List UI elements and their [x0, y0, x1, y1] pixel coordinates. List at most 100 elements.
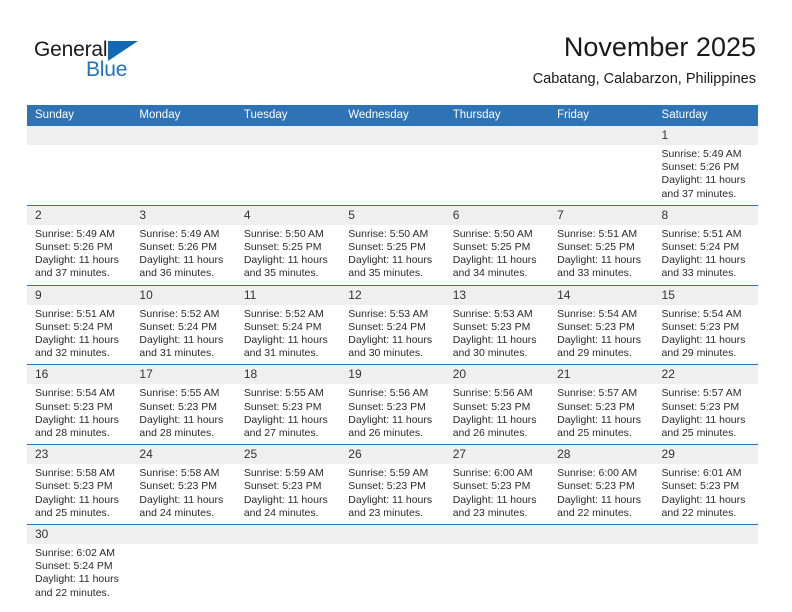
- calendar-day-cell[interactable]: 7 Sunrise: 5:51 AM Sunset: 5:25 PM Daylight…: [549, 204, 654, 286]
- calendar-day-cell[interactable]: 22 Sunrise: 5:57 AM Sunset: 5:23 PM Dayligh…: [653, 364, 758, 445]
- daylight-line1-text: Daylight: 11 hours: [348, 493, 433, 506]
- calendar-day-cell[interactable]: 11 Sunrise: 5:52 AM Sunset: 5:24 PM Dayligh…: [235, 284, 341, 365]
- sunset-text: Sunset: 5:23 PM: [139, 480, 218, 493]
- calendar-day-cell[interactable]: 27 Sunrise: 6:00 AM Sunset: 5:23 PM Dayligh…: [444, 444, 550, 525]
- calendar-header-row: Sunday Monday Tuesday Wednesday Thursday…: [27, 105, 758, 126]
- daylight-line2-text: and 37 minutes.: [661, 187, 737, 200]
- calendar-day-cell[interactable]: 14 Sunrise: 5:54 AM Sunset: 5:23 PM Dayligh…: [549, 284, 654, 365]
- sunrise-text: Sunrise: 5:53 AM: [452, 307, 533, 320]
- day-number: 1: [653, 126, 758, 145]
- daylight-line1-text: Daylight: 11 hours: [661, 254, 746, 267]
- daylight-line1-text: Daylight: 11 hours: [35, 573, 119, 586]
- calendar-day-cell-empty: [131, 125, 236, 206]
- daylight-line1-text: Daylight: 11 hours: [35, 493, 119, 506]
- daylight-line1-text: Daylight: 11 hours: [661, 334, 746, 347]
- calendar-day-cell[interactable]: 20 Sunrise: 5:56 AM Sunset: 5:23 PM Dayligh…: [444, 364, 550, 445]
- day-number: 20: [444, 365, 550, 385]
- calendar-day-cell[interactable]: 10 Sunrise: 5:52 AM Sunset: 5:24 PM Dayligh…: [131, 284, 236, 365]
- calendar-day-cell[interactable]: 26 Sunrise: 5:59 AM Sunset: 5:23 PM Dayligh…: [340, 444, 445, 525]
- daylight-line2-text: and 33 minutes.: [557, 267, 632, 280]
- day-details: Sunrise: 5:56 AM Sunset: 5:23 PM Daylight:…: [340, 384, 444, 444]
- daylight-line2-text: and 22 minutes.: [661, 506, 737, 519]
- day-details: Sunrise: 5:51 AM Sunset: 5:24 PM Daylight:…: [654, 225, 758, 285]
- daylight-line1-text: Daylight: 11 hours: [557, 254, 641, 267]
- daylight-line1-text: Daylight: 11 hours: [348, 413, 433, 426]
- calendar-day-cell[interactable]: 24 Sunrise: 5:58 AM Sunset: 5:23 PM Dayligh…: [131, 444, 236, 525]
- day-details: Sunrise: 5:52 AM Sunset: 5:24 PM Daylight:…: [131, 305, 235, 365]
- calendar-day-cell[interactable]: 28 Sunrise: 6:00 AM Sunset: 5:23 PM Dayligh…: [549, 444, 654, 525]
- daylight-line1-text: Daylight: 11 hours: [139, 413, 224, 426]
- day-number: 16: [27, 365, 132, 385]
- sunrise-text: Sunrise: 5:59 AM: [348, 467, 429, 480]
- general-blue-logo[interactable]: General Blue: [34, 38, 214, 86]
- calendar-day-cell[interactable]: 3 Sunrise: 5:49 AM Sunset: 5:26 PM Daylight…: [131, 204, 236, 286]
- sunrise-text: Sunrise: 5:58 AM: [35, 467, 115, 480]
- day-details: Sunrise: 5:55 AM Sunset: 5:23 PM Daylight:…: [131, 384, 235, 444]
- daylight-line1-text: Daylight: 11 hours: [661, 493, 746, 506]
- day-number: 8: [653, 205, 758, 225]
- day-details: Sunrise: 5:50 AM Sunset: 5:25 PM Daylight:…: [340, 225, 444, 285]
- daylight-line2-text: and 25 minutes.: [661, 427, 737, 440]
- calendar-day-cell[interactable]: 12 Sunrise: 5:53 AM Sunset: 5:24 PM Dayligh…: [340, 284, 445, 365]
- logo-text-blue: Blue: [86, 58, 128, 81]
- calendar-week-row: 30 Sunrise: 6:02 AM Sunset: 5:24 PM Dayligh…: [27, 524, 758, 604]
- daylight-line1-text: Daylight: 11 hours: [348, 334, 433, 347]
- calendar-day-cell[interactable]: 25 Sunrise: 5:59 AM Sunset: 5:23 PM Dayligh…: [235, 444, 341, 525]
- calendar-day-cell[interactable]: 17 Sunrise: 5:55 AM Sunset: 5:23 PM Dayligh…: [131, 364, 236, 445]
- calendar-day-cell[interactable]: 8 Sunrise: 5:51 AM Sunset: 5:24 PM Daylight…: [653, 204, 758, 286]
- daylight-line2-text: and 36 minutes.: [139, 267, 215, 280]
- sunset-text: Sunset: 5:23 PM: [348, 480, 426, 493]
- calendar-day-cell[interactable]: 1 Sunrise: 5:49 AM Sunset: 5:26 PM Daylight…: [653, 125, 758, 206]
- daylight-line1-text: Daylight: 11 hours: [557, 413, 641, 426]
- daylight-line2-text: and 26 minutes.: [348, 427, 423, 440]
- sunset-text: Sunset: 5:23 PM: [661, 480, 740, 493]
- daylight-line1-text: Daylight: 11 hours: [348, 254, 433, 267]
- day-details: Sunrise: 5:49 AM Sunset: 5:26 PM Daylight:…: [27, 225, 131, 285]
- day-details: Sunrise: 6:00 AM Sunset: 5:23 PM Daylight:…: [445, 464, 549, 524]
- daylight-line2-text: and 31 minutes.: [139, 347, 215, 360]
- calendar-table: Sunday Monday Tuesday Wednesday Thursday…: [27, 105, 758, 604]
- calendar-day-cell[interactable]: 29 Sunrise: 6:01 AM Sunset: 5:23 PM Dayligh…: [653, 444, 758, 525]
- sunset-text: Sunset: 5:25 PM: [452, 241, 531, 254]
- calendar-day-cell[interactable]: 6 Sunrise: 5:50 AM Sunset: 5:25 PM Daylight…: [444, 204, 550, 286]
- day-number: 21: [549, 365, 654, 385]
- calendar-day-cell[interactable]: 30 Sunrise: 6:02 AM Sunset: 5:24 PM Dayligh…: [27, 524, 132, 604]
- day-number: 5: [340, 205, 445, 225]
- calendar-day-cell[interactable]: 9 Sunrise: 5:51 AM Sunset: 5:24 PM Daylight…: [27, 284, 132, 365]
- calendar-day-cell[interactable]: 23 Sunrise: 5:58 AM Sunset: 5:23 PM Dayligh…: [27, 444, 132, 525]
- daylight-line1-text: Daylight: 11 hours: [452, 254, 537, 267]
- daylight-line1-text: Daylight: 11 hours: [243, 413, 328, 426]
- sunset-text: Sunset: 5:23 PM: [348, 400, 426, 413]
- sunrise-text: Sunrise: 5:51 AM: [35, 307, 115, 320]
- calendar-day-cell[interactable]: 18 Sunrise: 5:55 AM Sunset: 5:23 PM Dayligh…: [235, 364, 341, 445]
- daylight-line2-text: and 33 minutes.: [661, 267, 737, 280]
- daylight-line1-text: Daylight: 11 hours: [661, 413, 746, 426]
- day-details: Sunrise: 5:49 AM Sunset: 5:26 PM Daylight:…: [131, 225, 235, 285]
- calendar-day-cell[interactable]: 2 Sunrise: 5:49 AM Sunset: 5:26 PM Daylight…: [27, 204, 132, 286]
- day-number: 23: [27, 445, 132, 465]
- sunset-text: Sunset: 5:23 PM: [35, 400, 113, 413]
- calendar-day-cell[interactable]: 21 Sunrise: 5:57 AM Sunset: 5:23 PM Dayligh…: [549, 364, 654, 445]
- calendar-day-cell[interactable]: 19 Sunrise: 5:56 AM Sunset: 5:23 PM Dayligh…: [340, 364, 445, 445]
- calendar-day-cell[interactable]: 16 Sunrise: 5:54 AM Sunset: 5:23 PM Dayligh…: [27, 364, 132, 445]
- calendar-day-cell[interactable]: 5 Sunrise: 5:50 AM Sunset: 5:25 PM Daylight…: [340, 204, 445, 286]
- calendar-day-cell[interactable]: 4 Sunrise: 5:50 AM Sunset: 5:25 PM Daylight…: [235, 204, 341, 286]
- sunrise-text: Sunrise: 5:50 AM: [452, 227, 533, 240]
- calendar-day-cell-empty: [549, 524, 654, 604]
- sunrise-text: Sunrise: 5:59 AM: [243, 467, 324, 480]
- calendar-day-cell[interactable]: 13 Sunrise: 5:53 AM Sunset: 5:23 PM Dayligh…: [444, 284, 550, 365]
- day-number: 27: [444, 445, 550, 465]
- day-number: 26: [340, 445, 445, 465]
- day-number: 11: [235, 285, 341, 305]
- day-number: [235, 525, 341, 545]
- sunrise-text: Sunrise: 5:53 AM: [348, 307, 429, 320]
- day-details: Sunrise: 5:57 AM Sunset: 5:23 PM Daylight:…: [654, 384, 758, 444]
- day-number: [549, 126, 654, 145]
- sunset-text: Sunset: 5:24 PM: [243, 320, 322, 333]
- day-details: Sunrise: 5:59 AM Sunset: 5:23 PM Daylight:…: [340, 464, 444, 524]
- day-details: Sunrise: 6:01 AM Sunset: 5:23 PM Daylight:…: [654, 464, 758, 524]
- calendar-day-cell[interactable]: 15 Sunrise: 5:54 AM Sunset: 5:23 PM Dayligh…: [653, 284, 758, 365]
- daylight-line2-text: and 35 minutes.: [348, 267, 423, 280]
- sunset-text: Sunset: 5:26 PM: [661, 161, 740, 174]
- weekday-header-sunday: Sunday: [27, 105, 132, 126]
